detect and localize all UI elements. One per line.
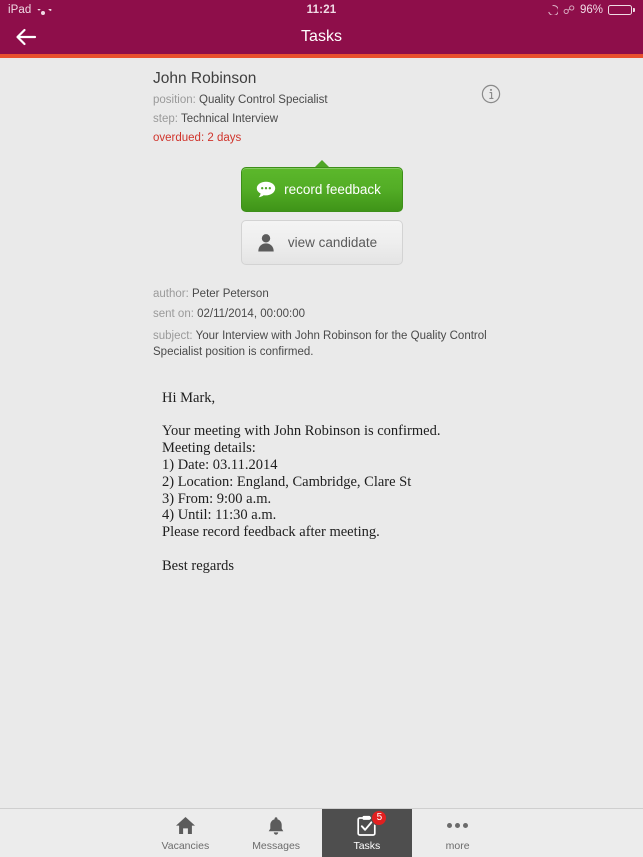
back-arrow-icon <box>16 28 37 46</box>
position-value: Quality Control Specialist <box>199 94 328 106</box>
tab-more[interactable]: more <box>412 809 503 857</box>
info-button[interactable] <box>481 84 501 104</box>
info-circle-icon <box>481 84 501 104</box>
tab-messages[interactable]: Messages <box>231 809 322 857</box>
sent-on-label: sent on: <box>153 308 194 321</box>
candidate-name: John Robinson <box>153 70 257 87</box>
sent-on-value: 02/11/2014, 00:00:00 <box>197 308 305 321</box>
status-device-label: iPad <box>8 4 32 16</box>
status-bar-clock: 11:21 <box>306 4 337 16</box>
do-not-disturb-moon-icon <box>547 5 558 15</box>
author-row: author: Peter Peterson <box>153 287 493 303</box>
subject-label: subject: <box>153 329 193 342</box>
person-icon <box>254 233 278 252</box>
tab-tasks-label: Tasks <box>353 839 381 852</box>
email-greeting: Hi Mark, <box>162 389 216 406</box>
task-detail-content: John Robinson position: Quality Control … <box>0 58 643 808</box>
subject-row: subject: Your Interview with John Robins… <box>153 328 493 360</box>
record-feedback-label: record feedback <box>284 181 381 197</box>
email-body: Hi Mark, Your meeting with John Robinson… <box>162 390 553 575</box>
bluetooth-icon: ☍ <box>562 3 575 17</box>
battery-icon <box>608 5 635 15</box>
task-summary-section: John Robinson position: Quality Control … <box>0 58 643 147</box>
status-bar-right: ☍ 96% <box>547 3 635 17</box>
ellipsis-icon <box>447 815 469 837</box>
tab-tasks[interactable]: 5 Tasks <box>321 809 413 857</box>
author-value: Peter Peterson <box>192 287 269 300</box>
speech-bubble-icon <box>254 181 278 198</box>
view-candidate-label: view candidate <box>287 234 378 250</box>
message-metadata: author: Peter Peterson sent on: 02/11/20… <box>153 287 493 360</box>
navigation-bar: Tasks <box>0 20 643 54</box>
overdue-value: 2 days <box>207 132 242 145</box>
email-line-6: 4) Until: 11:30 a.m. <box>162 507 277 524</box>
subject-value: Your Interview with John Robinson for th… <box>153 329 487 358</box>
email-line-3: 1) Date: 03.11.2014 <box>162 456 278 473</box>
task-actions: record feedback view candidate <box>0 159 643 265</box>
record-feedback-wrapper: record feedback <box>240 159 403 212</box>
view-candidate-button[interactable]: view candidate <box>240 219 403 265</box>
sent-on-row: sent on: 02/11/2014, 00:00:00 <box>153 307 493 323</box>
email-spacer <box>162 407 553 424</box>
clipboard-check-icon: 5 <box>357 809 388 837</box>
step-row: step: Technical Interview <box>153 112 503 128</box>
email-line-1: Your meeting with John Robinson is confi… <box>162 423 441 440</box>
position-label: position: <box>153 94 196 106</box>
tab-bar-spacer <box>0 809 140 857</box>
record-feedback-button[interactable]: record feedback <box>240 166 403 212</box>
tab-more-label: more <box>445 839 470 852</box>
battery-percent-label: 96% <box>579 4 603 16</box>
tab-vacancies[interactable]: Vacancies <box>140 809 231 857</box>
email-line-2: Meeting details: <box>162 440 256 457</box>
email-line-5: 3) From: 9:00 a.m. <box>162 490 272 507</box>
tab-bar: Vacancies Messages 5 Tasks more <box>0 808 643 857</box>
back-button[interactable] <box>0 20 52 54</box>
tab-bar-spacer-right <box>503 809 643 857</box>
bell-icon <box>267 815 285 837</box>
email-line-4: 2) Location: England, Cambridge, Clare S… <box>162 473 412 490</box>
author-label: author: <box>153 287 189 300</box>
home-icon <box>175 815 196 837</box>
email-closing: Best regards <box>162 557 235 574</box>
tab-messages-label: Messages <box>252 839 301 852</box>
tasks-badge: 5 <box>371 809 388 826</box>
step-label: step: <box>153 113 178 126</box>
tab-vacancies-label: Vacancies <box>161 839 210 852</box>
overdue-row: overdued: 2 days <box>153 131 503 147</box>
email-line-7: Please record feedback after meeting. <box>162 524 380 541</box>
page-title: Tasks <box>301 28 342 45</box>
wifi-icon <box>36 5 49 15</box>
position-row: position: Quality Control Specialist <box>153 93 503 109</box>
overdue-label: overdued: <box>153 132 205 145</box>
status-bar-left: iPad <box>8 4 49 16</box>
step-value: Technical Interview <box>180 113 279 126</box>
status-bar: iPad 11:21 ☍ 96% <box>0 0 643 20</box>
email-spacer-2 <box>162 541 553 558</box>
